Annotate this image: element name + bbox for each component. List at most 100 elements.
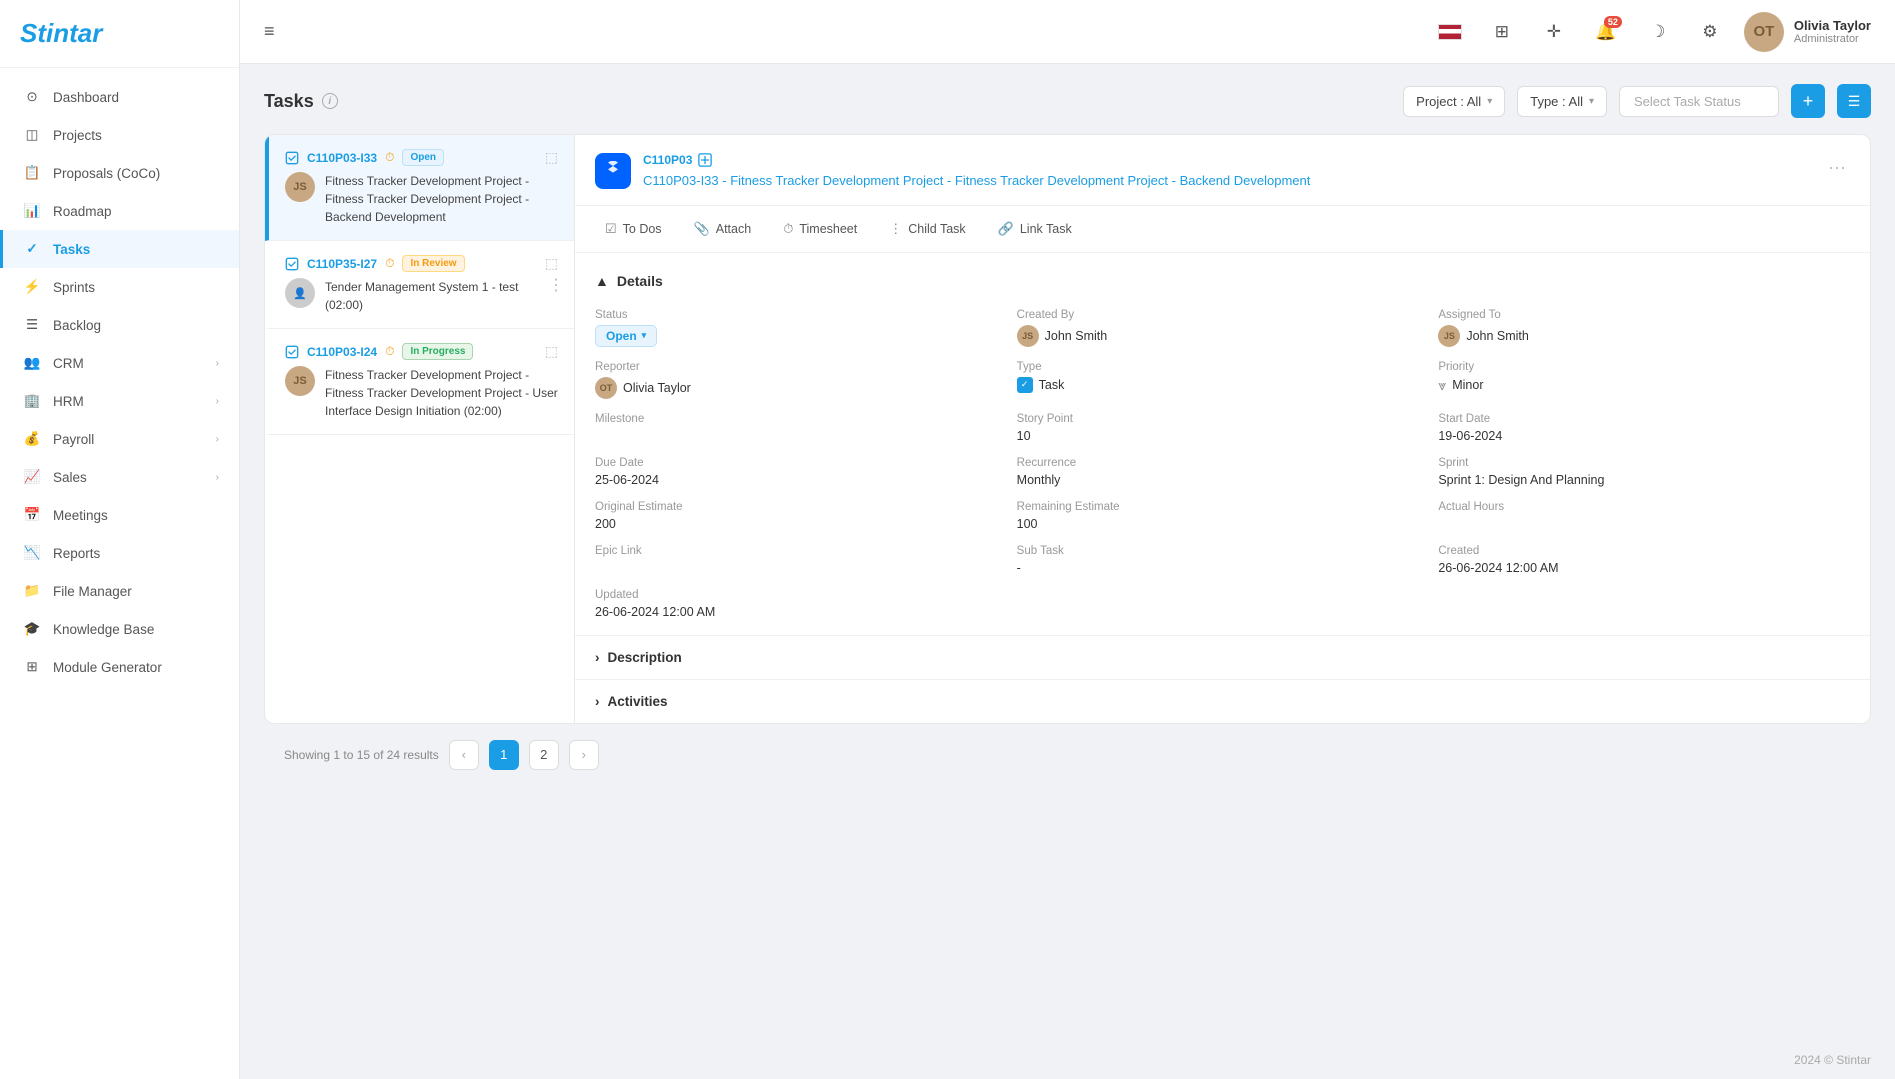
sidebar-item-meetings[interactable]: 📅 Meetings <box>0 496 239 534</box>
remaining-estimate-label: Remaining Estimate <box>1017 501 1429 513</box>
apps-icon[interactable]: ⊞ <box>1484 14 1520 50</box>
detail-more-icon[interactable]: ··· <box>1824 153 1850 182</box>
sidebar-item-knowledge-base[interactable]: 🎓 Knowledge Base <box>0 610 239 648</box>
task-more-icon[interactable]: ⋮ <box>548 275 564 295</box>
type-text: Task <box>1039 378 1065 392</box>
sidebar-item-projects[interactable]: ◫ Projects <box>0 116 239 154</box>
details-toggle[interactable]: ▲ Details <box>595 269 1850 293</box>
prev-page-button[interactable]: ‹ <box>449 740 479 770</box>
info-icon[interactable]: i <box>322 93 338 109</box>
tab-child-task[interactable]: ⋮ Child Task <box>875 214 979 244</box>
nav-icon-knowledge-base: 🎓 <box>23 620 41 638</box>
description-toggle[interactable]: › Description <box>595 650 1850 665</box>
sidebar-item-hrm[interactable]: 🏢 HRM › <box>0 382 239 420</box>
field-reporter: Reporter OT Olivia Taylor <box>595 361 1007 399</box>
created-label: Created <box>1438 545 1850 557</box>
tab-attach[interactable]: 📎 Attach <box>680 214 766 244</box>
sidebar-item-dashboard[interactable]: ⊙ Dashboard <box>0 78 239 116</box>
tasks-filters: Project : All ▾ Type : All ▾ Select Task… <box>1403 84 1871 118</box>
add-task-button[interactable]: + <box>1791 84 1825 118</box>
tab-timesheet[interactable]: ⏱ Timesheet <box>769 214 871 244</box>
sidebar-nav: ⊙ Dashboard ◫ Projects 📋 Proposals (CoCo… <box>0 68 239 1079</box>
sidebar-item-sales[interactable]: 📈 Sales › <box>0 458 239 496</box>
sidebar-item-file-manager[interactable]: 📁 File Manager <box>0 572 239 610</box>
nav-icon-projects: ◫ <box>23 126 41 144</box>
nav-chevron-payroll: › <box>216 434 219 445</box>
nav-label-tasks: Tasks <box>53 242 90 257</box>
status-filter[interactable]: Select Task Status <box>1619 86 1779 117</box>
nav-label-sales: Sales <box>53 470 87 485</box>
sidebar-item-module-generator[interactable]: ⊞ Module Generator <box>0 648 239 686</box>
activities-chevron-icon: › <box>595 694 600 709</box>
activities-toggle[interactable]: › Activities <box>595 694 1850 709</box>
reporter-avatar: OT <box>595 377 617 399</box>
task-status-badge: Open <box>402 149 444 166</box>
task-status-badge: In Progress <box>402 343 473 360</box>
crosshair-icon[interactable]: ✛ <box>1536 14 1572 50</box>
theme-icon[interactable]: ☽ <box>1640 14 1676 50</box>
next-page-button[interactable]: › <box>569 740 599 770</box>
tab-todos[interactable]: ☑ To Dos <box>591 214 676 244</box>
task-list-item[interactable]: C110P35-I27 ⏱ In Review ⬚ 👤 Tender Manag… <box>265 241 574 329</box>
story-point-label: Story Point <box>1017 413 1429 425</box>
project-filter-chevron: ▾ <box>1487 96 1492 107</box>
task-checkbox-icon <box>285 345 299 359</box>
field-status: Status Open ▾ <box>595 309 1007 347</box>
clock-icon: ⏱ <box>385 150 394 165</box>
priority-icon: ⩔ <box>1438 377 1446 394</box>
field-recurrence: Recurrence Monthly <box>1017 457 1429 487</box>
sprint-label: Sprint <box>1438 457 1850 469</box>
flag-icon[interactable] <box>1432 14 1468 50</box>
nav-label-crm: CRM <box>53 356 84 371</box>
nav-icon-dashboard: ⊙ <box>23 88 41 106</box>
sidebar-item-backlog[interactable]: ☰ Backlog <box>0 306 239 344</box>
user-profile[interactable]: OT Olivia Taylor Administrator <box>1744 12 1871 52</box>
settings-icon[interactable]: ⚙ <box>1692 14 1728 50</box>
reporter-value: OT Olivia Taylor <box>595 377 1007 399</box>
main-area: ≡ ⊞ ✛ 🔔 52 ☽ ⚙ OT Olivia Taylor Administ… <box>240 0 1895 1079</box>
us-flag <box>1438 24 1462 40</box>
content-area: Tasks i Project : All ▾ Type : All ▾ Sel… <box>240 64 1895 1041</box>
field-updated: Updated 26-06-2024 12:00 AM <box>595 589 1007 619</box>
page-2-button[interactable]: 2 <box>529 740 559 770</box>
task-list-item[interactable]: C110P03-I33 ⏱ Open ⬚ JS Fitness Tracker … <box>265 135 574 241</box>
field-priority: Priority ⩔ Minor <box>1438 361 1850 399</box>
sidebar-item-crm[interactable]: 👥 CRM › <box>0 344 239 382</box>
list-view-button[interactable]: ☰ <box>1837 84 1871 118</box>
recurrence-label: Recurrence <box>1017 457 1429 469</box>
field-epic-link: Epic Link <box>595 545 1007 575</box>
sidebar-item-reports[interactable]: 📉 Reports <box>0 534 239 572</box>
task-avatar-placeholder: 👤 <box>285 278 315 308</box>
page-1-button[interactable]: 1 <box>489 740 519 770</box>
type-filter[interactable]: Type : All ▾ <box>1517 86 1607 117</box>
task-list-item[interactable]: C110P03-I24 ⏱ In Progress ⬚ JS Fitness T… <box>265 329 574 435</box>
task-archive-icon: ⬚ <box>545 149 558 166</box>
task-item-body: JS Fitness Tracker Development Project -… <box>285 172 558 226</box>
logo: Stintar <box>0 0 239 68</box>
nav-icon-proposals: 📋 <box>23 164 41 182</box>
project-filter[interactable]: Project : All ▾ <box>1403 86 1505 117</box>
hamburger-menu[interactable]: ≡ <box>264 21 275 42</box>
field-created: Created 26-06-2024 12:00 AM <box>1438 545 1850 575</box>
sidebar-item-roadmap[interactable]: 📊 Roadmap <box>0 192 239 230</box>
sidebar-item-tasks[interactable]: ✓ Tasks <box>0 230 239 268</box>
sidebar-item-sprints[interactable]: ⚡ Sprints <box>0 268 239 306</box>
tab-label-link-task: Link Task <box>1020 222 1072 236</box>
tab-link-task[interactable]: 🔗 Link Task <box>984 214 1086 244</box>
detail-task-title: C110P03-I33 - Fitness Tracker Developmen… <box>643 171 1812 191</box>
field-sprint: Sprint Sprint 1: Design And Planning <box>1438 457 1850 487</box>
description-label: Description <box>608 650 682 665</box>
sidebar-item-proposals[interactable]: 📋 Proposals (CoCo) <box>0 154 239 192</box>
status-label: Status <box>595 309 1007 321</box>
status-badge[interactable]: Open ▾ <box>595 325 657 347</box>
nav-chevron-hrm: › <box>216 396 219 407</box>
notifications-icon[interactable]: 🔔 52 <box>1588 14 1624 50</box>
header-left: ≡ <box>264 21 275 42</box>
nav-icon-roadmap: 📊 <box>23 202 41 220</box>
nav-label-meetings: Meetings <box>53 508 108 523</box>
nav-label-file-manager: File Manager <box>53 584 132 599</box>
field-sub-task: Sub Task - <box>1017 545 1429 575</box>
field-assigned-to: Assigned To JS John Smith <box>1438 309 1850 347</box>
sidebar-item-payroll[interactable]: 💰 Payroll › <box>0 420 239 458</box>
created-by-avatar: JS <box>1017 325 1039 347</box>
